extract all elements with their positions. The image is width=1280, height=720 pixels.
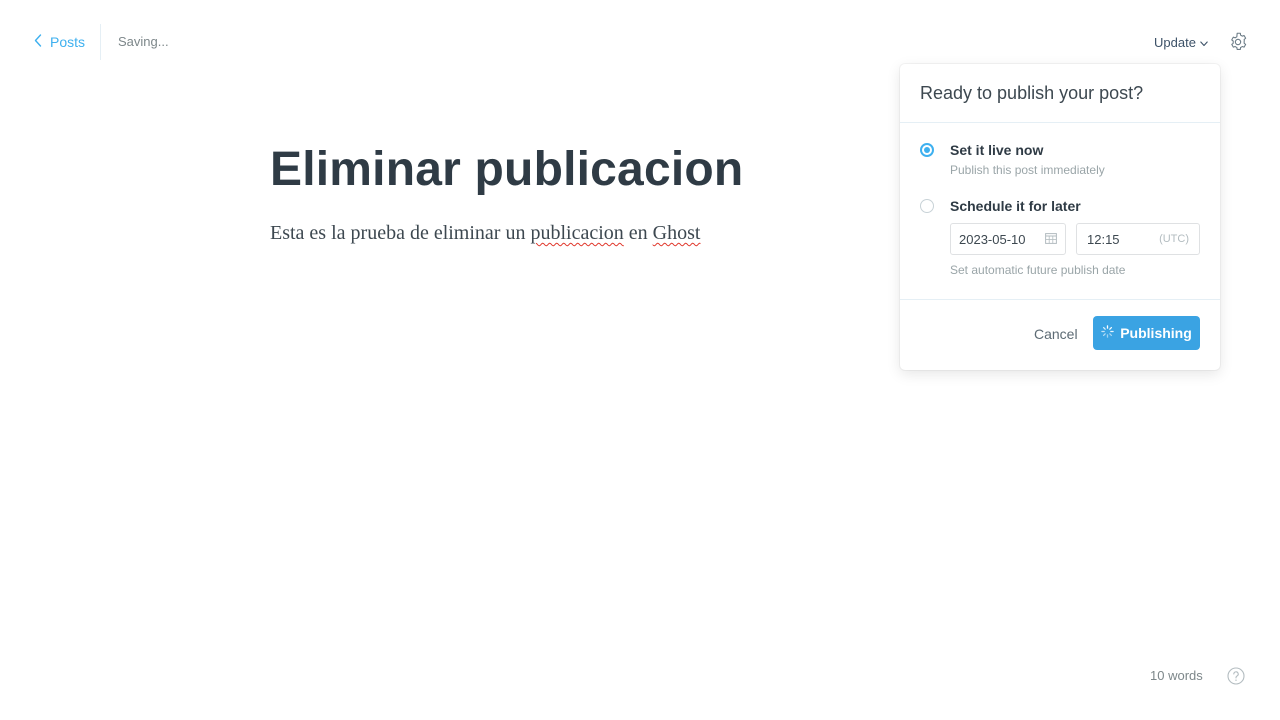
- gear-icon: [1228, 32, 1248, 56]
- chevron-down-icon: [1200, 35, 1208, 50]
- back-link-label: Posts: [50, 34, 86, 50]
- help-icon: [1227, 667, 1245, 689]
- body-text-segment: en: [623, 222, 653, 244]
- back-to-posts-link[interactable]: Posts: [34, 33, 85, 51]
- topbar-divider: [100, 24, 101, 60]
- post-title[interactable]: Eliminar publicacion: [270, 140, 890, 200]
- chevron-left-icon: [34, 34, 42, 50]
- schedule-date-input[interactable]: 2023-05-10: [950, 223, 1066, 255]
- save-status: Saving...: [118, 34, 169, 49]
- body-text-segment: Esta es la prueba de eliminar un: [270, 222, 531, 244]
- help-button[interactable]: [1227, 667, 1245, 685]
- misspelled-word: Ghost: [652, 222, 701, 244]
- cancel-button[interactable]: Cancel: [1034, 326, 1078, 342]
- timezone-label: (UTC): [1159, 233, 1189, 245]
- publish-button-label: Publishing: [1120, 325, 1192, 341]
- schedule-date-value: 2023-05-10: [959, 231, 1026, 247]
- calendar-icon: [1045, 232, 1057, 247]
- popover-heading: Ready to publish your post?: [900, 64, 1220, 123]
- publish-popover: Ready to publish your post? Set it live …: [900, 64, 1220, 370]
- popover-footer: Cancel Publishing: [900, 299, 1220, 371]
- publish-button[interactable]: Publishing: [1093, 316, 1200, 350]
- option-later-label: Schedule it for later: [950, 198, 1081, 214]
- schedule-time-input[interactable]: 12:15 (UTC): [1076, 223, 1200, 255]
- post-settings-button[interactable]: [1228, 32, 1248, 52]
- post-body[interactable]: Esta es la prueba de eliminar un publica…: [270, 220, 890, 246]
- misspelled-word: publicacion: [530, 222, 624, 244]
- word-count: 10 words: [1150, 668, 1203, 683]
- option-now-label: Set it live now: [950, 142, 1044, 158]
- schedule-hint: Set automatic future publish date: [950, 263, 1126, 277]
- option-now-description: Publish this post immediately: [950, 163, 1105, 177]
- update-menu-trigger[interactable]: Update: [1154, 35, 1208, 50]
- update-label: Update: [1154, 35, 1196, 50]
- editor-page: Posts Saving... Update Eliminar publicac…: [0, 0, 1280, 720]
- radio-publish-now[interactable]: [920, 143, 934, 157]
- radio-schedule-later[interactable]: [920, 199, 934, 213]
- schedule-time-value: 12:15: [1087, 231, 1120, 247]
- spinner-icon: [1101, 325, 1114, 341]
